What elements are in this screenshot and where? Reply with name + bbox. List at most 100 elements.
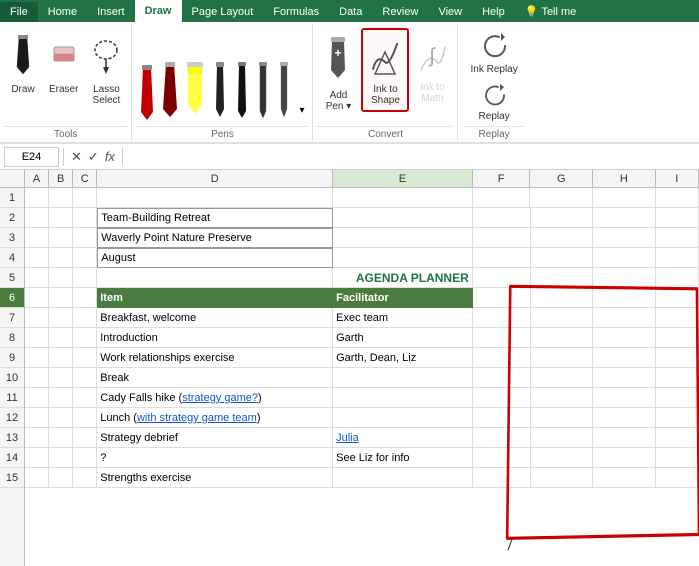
cell-g1[interactable] — [530, 188, 593, 208]
cell-h14[interactable] — [593, 448, 656, 468]
cell-a10[interactable] — [25, 368, 49, 388]
cell-c9[interactable] — [73, 348, 97, 368]
function-icon[interactable]: fx — [102, 149, 118, 164]
cell-i2[interactable] — [656, 208, 699, 228]
row-header-12[interactable]: 12 — [0, 408, 24, 428]
cell-d1[interactable] — [97, 188, 333, 208]
cell-h7[interactable] — [593, 308, 656, 328]
cell-g6[interactable] — [531, 288, 594, 308]
cell-e3[interactable] — [333, 228, 473, 248]
cell-e15[interactable] — [333, 468, 473, 488]
eraser-button[interactable]: Eraser — [44, 28, 83, 99]
ink-to-shape-button[interactable]: Ink toShape — [361, 28, 409, 112]
cell-a6[interactable] — [25, 288, 49, 308]
cell-b8[interactable] — [49, 328, 73, 348]
cell-b3[interactable] — [49, 228, 73, 248]
cell-d12[interactable]: Lunch (with strategy game team) — [97, 408, 333, 428]
row-header-11[interactable]: 11 — [0, 388, 24, 408]
black-pen-3[interactable] — [253, 57, 273, 124]
tab-insert[interactable]: Insert — [87, 2, 135, 22]
cell-c14[interactable] — [73, 448, 97, 468]
add-pen-button[interactable]: + AddPen ▾ — [317, 28, 359, 116]
cell-h1[interactable] — [593, 188, 656, 208]
col-header-d[interactable]: D — [97, 170, 333, 187]
cell-d12-link[interactable]: with strategy game team — [137, 412, 257, 424]
cell-f1[interactable] — [473, 188, 531, 208]
col-header-a[interactable]: A — [25, 170, 49, 187]
cell-d14[interactable]: ? — [97, 448, 333, 468]
cell-h15[interactable] — [593, 468, 656, 488]
cell-e12[interactable] — [333, 408, 473, 428]
cell-e9[interactable]: Garth, Dean, Liz — [333, 348, 473, 368]
cell-e5[interactable]: AGENDA PLANNER — [333, 268, 473, 288]
cell-a13[interactable] — [25, 428, 49, 448]
cell-f7[interactable] — [473, 308, 531, 328]
tab-view[interactable]: View — [428, 2, 472, 22]
cell-c11[interactable] — [73, 388, 97, 408]
cell-c5[interactable] — [73, 268, 97, 288]
black-pen-2[interactable] — [232, 57, 252, 124]
col-header-h[interactable]: H — [593, 170, 656, 187]
cell-f13[interactable] — [473, 428, 531, 448]
cell-b9[interactable] — [49, 348, 73, 368]
cell-f9[interactable] — [473, 348, 531, 368]
cell-h13[interactable] — [593, 428, 656, 448]
cell-a11[interactable] — [25, 388, 49, 408]
cell-e13[interactable]: Julia — [333, 428, 473, 448]
tab-data[interactable]: Data — [329, 2, 372, 22]
cell-c6[interactable] — [73, 288, 97, 308]
cell-e8[interactable]: Garth — [333, 328, 473, 348]
cell-b12[interactable] — [49, 408, 73, 428]
cell-a2[interactable] — [25, 208, 49, 228]
cell-c3[interactable] — [73, 228, 97, 248]
cell-h12[interactable] — [593, 408, 656, 428]
cell-e10[interactable] — [333, 368, 473, 388]
cell-b2[interactable] — [49, 208, 73, 228]
cell-d3[interactable]: Waverly Point Nature Preserve — [97, 228, 333, 248]
cell-c7[interactable] — [73, 308, 97, 328]
row-header-3[interactable]: 3 — [0, 228, 24, 248]
col-header-g[interactable]: G — [530, 170, 593, 187]
cell-a14[interactable] — [25, 448, 49, 468]
lasso-select-button[interactable]: LassoSelect — [85, 28, 127, 110]
cell-b13[interactable] — [49, 428, 73, 448]
cell-d9[interactable]: Work relationships exercise — [97, 348, 333, 368]
cell-f8[interactable] — [473, 328, 531, 348]
cell-a12[interactable] — [25, 408, 49, 428]
row-header-5[interactable]: 5 — [0, 268, 24, 288]
cell-g2[interactable] — [531, 208, 594, 228]
cell-a5[interactable] — [25, 268, 49, 288]
red-pen[interactable] — [136, 60, 158, 124]
cell-a15[interactable] — [25, 468, 49, 488]
cell-b11[interactable] — [49, 388, 73, 408]
cell-f11[interactable] — [473, 388, 531, 408]
cell-d6[interactable]: Item — [97, 288, 333, 308]
cell-c1[interactable] — [73, 188, 97, 208]
cell-d5[interactable] — [97, 268, 333, 288]
cell-b10[interactable] — [49, 368, 73, 388]
row-header-15[interactable]: 15 — [0, 468, 24, 488]
row-header-9[interactable]: 9 — [0, 348, 24, 368]
cell-b6[interactable] — [49, 288, 73, 308]
row-header-7[interactable]: 7 — [0, 308, 24, 328]
cell-d8[interactable]: Introduction — [97, 328, 333, 348]
cell-d15[interactable]: Strengths exercise — [97, 468, 333, 488]
cell-f15[interactable] — [473, 468, 531, 488]
cell-f14[interactable] — [473, 448, 531, 468]
cell-h8[interactable] — [593, 328, 656, 348]
cell-a1[interactable] — [25, 188, 49, 208]
cell-i13[interactable] — [656, 428, 699, 448]
cell-i4[interactable] — [656, 248, 699, 268]
cell-c10[interactable] — [73, 368, 97, 388]
cell-b5[interactable] — [49, 268, 73, 288]
row-header-4[interactable]: 4 — [0, 248, 24, 268]
cell-h11[interactable] — [593, 388, 656, 408]
cell-g13[interactable] — [531, 428, 594, 448]
cell-e14[interactable]: See Liz for info — [333, 448, 473, 468]
cell-i10[interactable] — [656, 368, 699, 388]
cell-i8[interactable] — [656, 328, 699, 348]
cell-h5[interactable] — [593, 268, 656, 288]
row-header-14[interactable]: 14 — [0, 448, 24, 468]
cell-h4[interactable] — [593, 248, 656, 268]
replay-button[interactable]: Replay — [473, 81, 516, 124]
